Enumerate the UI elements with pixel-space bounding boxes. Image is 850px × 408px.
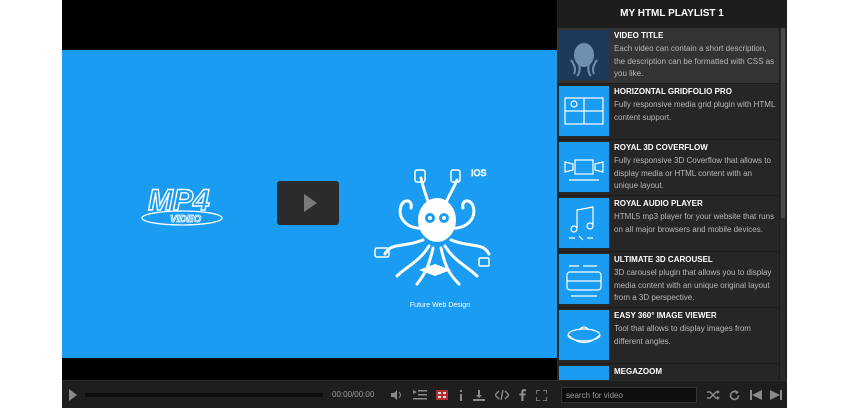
volume-button[interactable] [390, 381, 404, 408]
next-icon [770, 390, 782, 400]
playlist-item-description: Fully responsive 3D Coverflow that allow… [614, 156, 771, 190]
next-button[interactable] [768, 381, 784, 408]
playlist-item-description: HTML5 mp3 player for your website that r… [614, 212, 775, 234]
embed-code-icon [495, 390, 509, 400]
fullscreen-icon [535, 389, 547, 401]
playlist-item-description: Tool that allows to display images from … [614, 324, 751, 346]
playlist-item[interactable]: ULTIMATE 3D CAROUSEL 3D carousel plugin … [557, 252, 779, 307]
playlist-thumbnail [559, 86, 609, 136]
volume-icon [391, 390, 401, 400]
playlist-item[interactable]: ROYAL AUDIO PLAYER HTML5 mp3 player for … [557, 196, 779, 251]
playlist-item[interactable]: HORIZONTAL GRIDFOLIO PRO Fully responsiv… [557, 84, 779, 139]
play-icon [69, 389, 77, 401]
previous-icon [750, 390, 762, 400]
shuffle-icon [706, 390, 720, 400]
ios-label: IOS [471, 168, 487, 178]
playlist-item-description: 3D carousel plugin that allows you to di… [614, 268, 772, 302]
playlist-thumbnail [559, 142, 609, 192]
playlist-item-description: Each video can contain a short descripti… [614, 44, 775, 78]
playlist-item-description: Fully responsive media grid plugin with … [614, 100, 776, 122]
playlist-panel: MY HTML PLAYLIST 1 VIDEO TITLE Each vide… [557, 0, 787, 380]
loop-button[interactable] [726, 381, 742, 408]
video-area[interactable]: MP4 VIDEO IOS Future Web Design [62, 0, 557, 380]
playlist-item-title: VIDEO TITLE [614, 31, 664, 40]
embed-button[interactable] [494, 381, 510, 408]
playlist-item[interactable]: MEGAZOOM [557, 364, 779, 380]
big-play-button[interactable] [277, 181, 339, 225]
search-input[interactable] [561, 387, 697, 403]
playlist-thumbnail [559, 254, 609, 304]
playlist-toggle-button[interactable] [412, 381, 428, 408]
play-button[interactable] [66, 381, 80, 408]
playlist-thumbnail [559, 310, 609, 360]
control-bar: 00:00/00:00 [62, 380, 787, 408]
facebook-share-button[interactable] [517, 381, 527, 408]
progress-bar[interactable] [85, 393, 323, 397]
categories-icon [436, 390, 448, 400]
playlist-thumbnail [559, 366, 609, 380]
video-player: MP4 VIDEO IOS Future Web Design MY HTML … [62, 0, 787, 408]
shuffle-button[interactable] [705, 381, 721, 408]
playlist-thumbnail [559, 198, 609, 248]
playlist-item-title: MEGAZOOM [614, 367, 662, 376]
loop-icon [729, 389, 739, 400]
info-icon [460, 389, 462, 401]
fullscreen-button[interactable] [534, 381, 548, 408]
playlist-item-title: ROYAL 3D COVERFLOW [614, 143, 708, 152]
playlist-item[interactable]: EASY 360° IMAGE VIEWER Tool that allows … [557, 308, 779, 363]
playlist-item-title: ULTIMATE 3D CAROUSEL [614, 255, 713, 264]
facebook-icon [518, 389, 526, 401]
playlist-scrollbar-thumb[interactable] [781, 28, 785, 218]
playlist-item-title: ROYAL AUDIO PLAYER [614, 199, 703, 208]
playlist-item-title: HORIZONTAL GRIDFOLIO PRO [614, 87, 732, 96]
download-icon [473, 389, 485, 401]
time-display: 00:00/00:00 [332, 390, 375, 399]
playlist-title: MY HTML PLAYLIST 1 [620, 8, 724, 19]
video-frame[interactable]: MP4 VIDEO IOS Future Web Design [62, 50, 557, 358]
octopus-illustration: IOS [374, 168, 491, 286]
octopus-caption: Future Web Design [409, 302, 471, 309]
mp4-logo: MP4 VIDEO [141, 183, 223, 226]
categories-button[interactable] [435, 381, 449, 408]
playlist-item[interactable]: VIDEO TITLE Each video can contain a sho… [557, 28, 779, 83]
playlist-scrollbar[interactable] [780, 28, 786, 380]
playlist-thumbnail [559, 30, 609, 80]
play-icon [304, 194, 317, 212]
info-button[interactable] [456, 381, 466, 408]
playlist-item-title: EASY 360° IMAGE VIEWER [614, 311, 717, 320]
mp4-logo-sub: VIDEO [170, 214, 201, 225]
download-button[interactable] [472, 381, 486, 408]
playlist-item[interactable]: ROYAL 3D COVERFLOW Fully responsive 3D C… [557, 140, 779, 195]
previous-button[interactable] [748, 381, 764, 408]
playlist-icon [413, 390, 427, 400]
